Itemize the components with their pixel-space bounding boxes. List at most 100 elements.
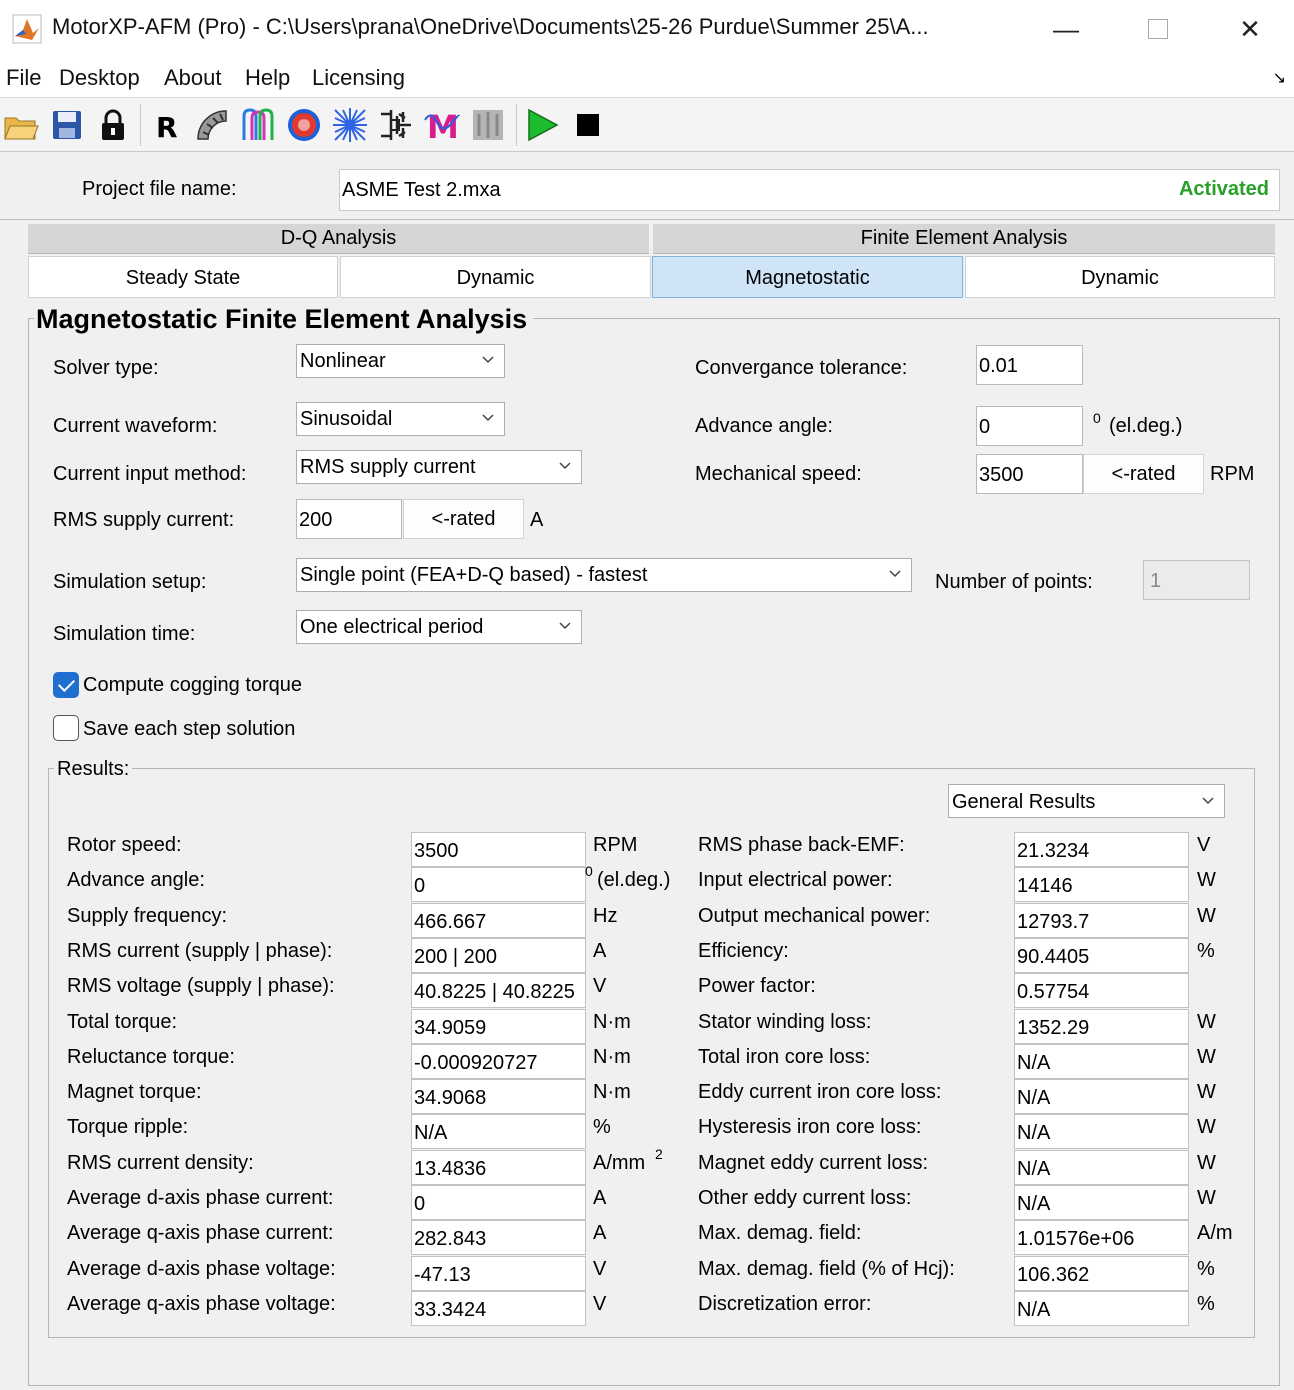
result-value-field: N/A: [411, 1114, 586, 1149]
current-input-method-dropdown[interactable]: RMS supply current: [296, 450, 582, 484]
license-status: Activated: [1178, 178, 1269, 200]
result-value-field: -0.000920727: [411, 1044, 586, 1079]
result-value-field: 106.362: [1014, 1256, 1189, 1291]
menu-desktop[interactable]: Desktop: [59, 65, 140, 91]
result-label: Torque ripple:: [67, 1116, 189, 1138]
result-unit: V: [593, 1293, 607, 1315]
simulation-setup-label: Simulation setup:: [53, 571, 207, 593]
collapse-menu-icon[interactable]: ↘: [1273, 68, 1286, 88]
chevron-down-icon: [482, 356, 494, 364]
menu-about[interactable]: About: [164, 65, 222, 91]
menu-licensing[interactable]: Licensing: [312, 65, 405, 91]
result-unit: %: [593, 1116, 611, 1138]
result-value: 21.3234: [1017, 840, 1090, 862]
menu-bar: File Desktop About Help Licensing ↘: [0, 58, 1294, 98]
stop-icon[interactable]: [569, 106, 607, 144]
compute-cogging-label[interactable]: Compute cogging torque: [83, 674, 302, 697]
result-value: 0.57754: [1017, 981, 1090, 1003]
tab-steady-state[interactable]: Steady State: [28, 256, 338, 298]
result-value-field: 33.3424: [411, 1291, 586, 1326]
result-unit: A/mm: [593, 1152, 646, 1174]
simulation-time-dropdown[interactable]: One electrical period: [296, 610, 582, 644]
stator-icon[interactable]: [193, 106, 231, 144]
result-label: Eddy current iron core loss:: [698, 1081, 942, 1103]
lock-icon[interactable]: [94, 106, 132, 144]
result-value-field: 13.4836: [411, 1150, 586, 1185]
tab-fea-dynamic[interactable]: Dynamic: [965, 256, 1275, 298]
thermal-icon[interactable]: [469, 106, 507, 144]
result-unit: W: [1197, 905, 1216, 927]
result-unit: A: [593, 940, 607, 962]
tab-group-fea[interactable]: Finite Element Analysis: [653, 224, 1275, 254]
result-value: 282.843: [414, 1228, 487, 1250]
result-unit-superscript: 0: [585, 863, 593, 879]
result-unit: W: [1197, 1046, 1216, 1068]
tab-group-dq-analysis[interactable]: D-Q Analysis: [28, 224, 649, 254]
rms-supply-current-label: RMS supply current:: [53, 509, 235, 531]
mesh-icon[interactable]: [331, 106, 369, 144]
circuit-icon[interactable]: [377, 106, 415, 144]
save-each-step-checkbox[interactable]: [53, 715, 79, 741]
rating-r-icon[interactable]: R: [148, 106, 186, 144]
result-value-field: 0.57754: [1014, 973, 1189, 1008]
run-icon[interactable]: [523, 106, 561, 144]
result-value: 1.01576e+06: [1017, 1228, 1135, 1250]
winding-icon[interactable]: [239, 106, 277, 144]
advance-angle-unit: (el.deg.): [1109, 415, 1183, 437]
result-label: Discretization error:: [698, 1293, 872, 1315]
advance-angle-label: Advance angle:: [695, 415, 833, 437]
simulation-time-value: One electrical period: [300, 616, 484, 638]
close-button[interactable]: ✕: [1226, 10, 1274, 48]
result-unit: W: [1197, 1152, 1216, 1174]
tab-magnetostatic[interactable]: Magnetostatic: [652, 256, 963, 298]
result-unit: N·m: [593, 1046, 631, 1068]
mechanical-speed-unit: RPM: [1210, 463, 1255, 485]
convergence-tolerance-input[interactable]: 0.01: [976, 345, 1083, 385]
result-value: N/A: [414, 1122, 448, 1144]
result-value: 14146: [1017, 875, 1073, 897]
rms-supply-current-input[interactable]: 200: [296, 499, 402, 539]
advance-angle-input[interactable]: 0: [976, 406, 1083, 446]
magnet-circle-icon[interactable]: [285, 106, 323, 144]
solver-type-dropdown[interactable]: Nonlinear: [296, 344, 505, 378]
result-value: 466.667: [414, 911, 487, 933]
result-value: 106.362: [1017, 1264, 1090, 1286]
panel-title: Magnetostatic Finite Element Analysis: [34, 304, 534, 335]
result-unit: RPM: [593, 834, 638, 856]
result-unit: A: [593, 1222, 607, 1244]
number-of-points-input: 1: [1143, 560, 1250, 600]
open-folder-icon[interactable]: [2, 106, 40, 144]
menu-help[interactable]: Help: [245, 65, 290, 91]
current-waveform-value: Sinusoidal: [300, 408, 393, 430]
result-value-field: N/A: [1014, 1185, 1189, 1220]
compute-cogging-checkbox[interactable]: [53, 672, 79, 698]
maximize-button[interactable]: [1134, 10, 1182, 48]
results-view-dropdown[interactable]: General Results: [948, 784, 1225, 818]
result-value: 34.9059: [414, 1017, 487, 1039]
result-value: N/A: [1017, 1193, 1051, 1215]
result-unit: W: [1197, 1081, 1216, 1103]
waveform-m-icon[interactable]: M: [423, 106, 461, 144]
result-unit: W: [1197, 1116, 1216, 1138]
result-label: Efficiency:: [698, 940, 789, 962]
tab-dq-dynamic[interactable]: Dynamic: [340, 256, 651, 298]
result-label: Hysteresis iron core loss:: [698, 1116, 922, 1138]
mechanical-speed-input[interactable]: 3500: [976, 454, 1083, 494]
save-icon[interactable]: [48, 106, 86, 144]
result-value: N/A: [1017, 1087, 1051, 1109]
rated-speed-button[interactable]: <-rated: [1083, 454, 1204, 494]
result-value-field: -47.13: [411, 1256, 586, 1291]
number-of-points-label: Number of points:: [935, 571, 1093, 593]
result-value: 40.8225 | 40.8225: [414, 981, 575, 1003]
results-title: Results:: [54, 758, 133, 781]
result-value: 12793.7: [1017, 911, 1090, 933]
menu-file[interactable]: File: [6, 65, 41, 91]
current-waveform-dropdown[interactable]: Sinusoidal: [296, 402, 505, 436]
rated-current-button[interactable]: <-rated: [403, 499, 524, 539]
save-each-step-label[interactable]: Save each step solution: [83, 718, 295, 741]
simulation-setup-dropdown[interactable]: Single point (FEA+D-Q based) - fastest: [296, 558, 912, 592]
waveform-m-label: M: [427, 108, 459, 144]
result-value: 90.4405: [1017, 946, 1090, 968]
minimize-button[interactable]: —: [1042, 10, 1090, 48]
window-title: MotorXP-AFM (Pro) - C:\Users\prana\OneDr…: [52, 14, 929, 39]
